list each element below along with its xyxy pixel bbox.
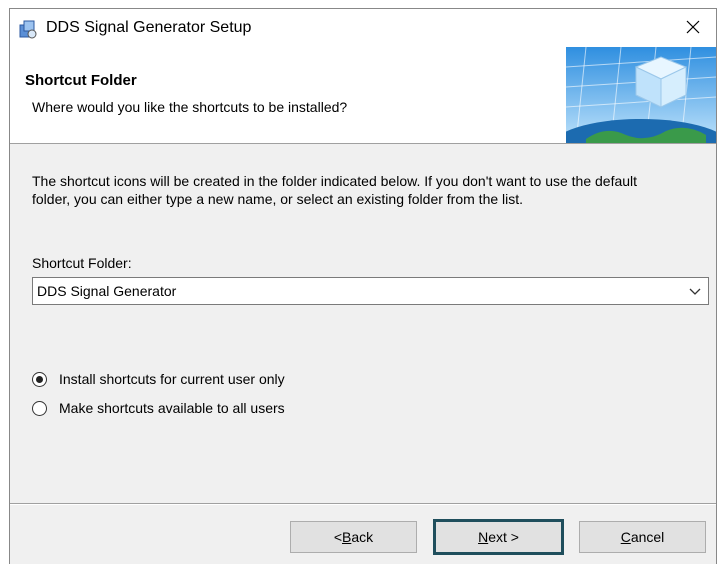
installer-app-icon xyxy=(18,19,38,39)
close-icon xyxy=(686,20,700,37)
radio-label: Install shortcuts for current user only xyxy=(59,371,285,387)
setup-window: DDS Signal Generator Setup Shortcut Fold… xyxy=(9,8,718,564)
page-title: Shortcut Folder xyxy=(25,72,137,89)
radio-button[interactable] xyxy=(32,400,47,416)
shortcut-folder-combobox[interactable]: DDS Signal Generator xyxy=(32,277,709,305)
wizard-header: Shortcut Folder Where would you like the… xyxy=(10,46,718,175)
cancel-mnemonic: C xyxy=(620,529,631,545)
window-title: DDS Signal Generator Setup xyxy=(46,19,252,36)
shortcut-folder-value[interactable]: DDS Signal Generator xyxy=(37,283,176,299)
next-button[interactable]: Next > xyxy=(433,519,564,555)
radio-current-user[interactable]: Install shortcuts for current user only xyxy=(32,371,285,387)
back-label-rest: ack xyxy=(351,529,374,545)
description-line: The shortcut icons will be created in th… xyxy=(32,173,638,189)
radio-label: Make shortcuts available to all users xyxy=(59,400,285,416)
back-button[interactable]: < Back xyxy=(290,521,417,553)
description-text: The shortcut icons will be created in th… xyxy=(32,172,712,208)
header-banner-graphic xyxy=(551,46,718,175)
page-subtitle: Where would you like the shortcuts to be… xyxy=(32,99,348,115)
chevron-down-icon[interactable] xyxy=(688,285,702,297)
next-mnemonic: N xyxy=(478,529,489,545)
title-bar: DDS Signal Generator Setup xyxy=(10,9,716,47)
radio-selected-dot xyxy=(36,375,43,383)
cancel-button[interactable]: Cancel xyxy=(579,521,706,553)
close-button[interactable] xyxy=(670,9,716,47)
back-mnemonic: B xyxy=(342,529,352,545)
shortcut-folder-label: Shortcut Folder: xyxy=(32,255,132,271)
footer-divider xyxy=(10,503,716,505)
radio-all-users[interactable]: Make shortcuts available to all users xyxy=(32,400,285,416)
description-line: folder, you can either type a new name, … xyxy=(32,191,524,207)
back-prefix: < xyxy=(333,529,343,545)
cancel-label-rest: ancel xyxy=(630,529,665,545)
next-label-rest: ext > xyxy=(488,529,519,545)
radio-button[interactable] xyxy=(32,371,47,387)
